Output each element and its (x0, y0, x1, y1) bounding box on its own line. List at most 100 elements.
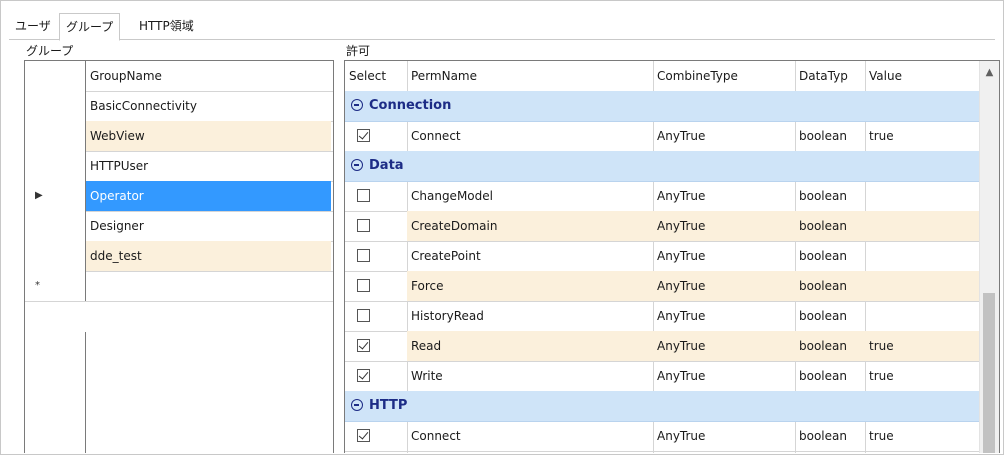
collapse-icon[interactable] (351, 99, 363, 111)
new-group-name-cell[interactable] (86, 271, 331, 301)
row-indicator[interactable] (25, 91, 86, 121)
group-header-http[interactable]: HTTP (345, 391, 979, 422)
data-type-cell[interactable]: boolean (795, 181, 865, 211)
perm-name-cell[interactable]: Connect (407, 121, 653, 151)
data-type-cell[interactable]: boolean (795, 241, 865, 271)
combine-type-cell[interactable]: AnyTrue (653, 241, 795, 271)
value-cell[interactable] (865, 211, 979, 241)
row-header-blank (25, 332, 86, 453)
tab-http-realm[interactable]: HTTP領域 (133, 15, 200, 38)
permission-row[interactable]: Force AnyTrue boolean (345, 271, 979, 302)
value-cell[interactable]: true (865, 121, 979, 151)
select-checkbox[interactable] (357, 369, 370, 382)
value-cell[interactable] (865, 241, 979, 271)
data-type-cell[interactable]: boolean (795, 121, 865, 151)
row-indicator[interactable] (25, 151, 86, 181)
scrollbar-thumb[interactable] (983, 293, 995, 453)
new-group-row[interactable]: * (25, 271, 333, 302)
data-type-cell[interactable]: boolean (795, 331, 865, 361)
data-type-cell[interactable]: boolean (795, 301, 865, 331)
row-header-corner (25, 61, 86, 91)
select-checkbox[interactable] (357, 219, 370, 232)
group-row[interactable]: BasicConnectivity (25, 91, 333, 122)
select-column-header[interactable]: Select (345, 61, 407, 91)
permission-row[interactable]: Connect AnyTrue boolean true (345, 421, 979, 452)
combine-type-cell[interactable]: AnyTrue (653, 121, 795, 151)
perm-name-cell[interactable]: Connect (407, 421, 653, 451)
perm-name-cell[interactable]: CreatePoint (407, 241, 653, 271)
select-checkbox[interactable] (357, 339, 370, 352)
data-type-cell[interactable]: boolean (795, 271, 865, 301)
group-row[interactable]: dde_test (25, 241, 333, 272)
combine-type-cell[interactable]: AnyTrue (653, 211, 795, 241)
perm-name-cell[interactable]: HistoryRead (407, 301, 653, 331)
permission-row[interactable]: Read AnyTrue boolean true (345, 331, 979, 362)
group-name-cell[interactable]: WebView (86, 121, 331, 151)
value-cell[interactable]: true (865, 361, 979, 391)
groupname-column-header[interactable]: GroupName (86, 61, 331, 91)
value-cell[interactable] (865, 271, 979, 301)
tab-users[interactable]: ユーザ (9, 15, 57, 38)
collapse-icon[interactable] (351, 159, 363, 171)
value-cell[interactable] (865, 301, 979, 331)
group-row[interactable]: HTTPUser (25, 151, 333, 182)
permission-row[interactable]: CreatePoint AnyTrue boolean (345, 241, 979, 272)
group-name-cell[interactable]: BasicConnectivity (86, 91, 331, 121)
combine-type-cell[interactable]: AnyTrue (653, 421, 795, 451)
perm-name-cell[interactable]: CreateDomain (407, 211, 653, 241)
permissions-grid-header: Select PermName CombineType DataTyp Valu… (345, 61, 979, 92)
value-cell[interactable] (865, 181, 979, 211)
combine-type-cell[interactable]: AnyTrue (653, 181, 795, 211)
permission-row[interactable]: Connect AnyTrue boolean true (345, 121, 979, 152)
vertical-scrollbar[interactable]: ▲ (979, 61, 999, 453)
group-name-cell[interactable]: Operator (86, 181, 331, 211)
collapse-icon[interactable] (351, 399, 363, 411)
row-indicator[interactable] (25, 211, 86, 241)
datatype-column-header[interactable]: DataTyp (795, 61, 865, 91)
group-row-selected[interactable]: ▶ Operator (25, 181, 333, 212)
group-name-cell[interactable]: HTTPUser (86, 151, 331, 181)
data-type-cell[interactable]: boolean (795, 421, 865, 451)
current-row-arrow-icon: ▶ (35, 190, 43, 201)
select-checkbox[interactable] (357, 279, 370, 292)
value-column-header[interactable]: Value (865, 61, 979, 91)
data-type-cell[interactable]: boolean (795, 211, 865, 241)
group-grid-header: GroupName (25, 61, 333, 92)
perm-name-cell[interactable]: Force (407, 271, 653, 301)
current-row-indicator[interactable]: ▶ (25, 181, 86, 211)
permname-column-header[interactable]: PermName (407, 61, 653, 91)
combine-type-cell[interactable]: AnyTrue (653, 301, 795, 331)
value-cell[interactable]: true (865, 421, 979, 451)
permission-row[interactable]: HistoryRead AnyTrue boolean (345, 301, 979, 332)
combine-type-cell[interactable]: AnyTrue (653, 271, 795, 301)
row-indicator[interactable] (25, 121, 86, 151)
permission-row[interactable]: CreateDomain AnyTrue boolean (345, 211, 979, 242)
value-cell[interactable]: true (865, 331, 979, 361)
row-indicator[interactable] (25, 241, 86, 271)
permission-row[interactable]: ChangeModel AnyTrue boolean (345, 181, 979, 212)
combine-type-cell[interactable]: AnyTrue (653, 361, 795, 391)
combine-type-cell[interactable]: AnyTrue (653, 331, 795, 361)
chevron-up-icon[interactable]: ▲ (980, 65, 999, 81)
perm-name-cell[interactable]: ChangeModel (407, 181, 653, 211)
permission-row[interactable]: Write AnyTrue boolean true (345, 361, 979, 392)
group-row[interactable]: WebView (25, 121, 333, 152)
group-row[interactable]: Designer (25, 211, 333, 242)
group-header-connection[interactable]: Connection (345, 91, 979, 122)
select-checkbox[interactable] (357, 309, 370, 322)
group-name-cell[interactable]: dde_test (86, 241, 331, 271)
group-header-data[interactable]: Data (345, 151, 979, 182)
perm-name-cell[interactable]: Read (407, 331, 653, 361)
select-checkbox[interactable] (357, 129, 370, 142)
group-name-cell[interactable]: Designer (86, 211, 331, 241)
select-checkbox[interactable] (357, 249, 370, 262)
data-type-cell[interactable]: boolean (795, 361, 865, 391)
perm-name-cell[interactable]: Write (407, 361, 653, 391)
select-checkbox[interactable] (357, 189, 370, 202)
new-row-indicator[interactable]: * (25, 271, 86, 301)
tab-groups[interactable]: グループ (59, 13, 121, 41)
permissions-grid: Select PermName CombineType DataTyp Valu… (344, 60, 1000, 453)
select-checkbox[interactable] (357, 429, 370, 442)
group-title: Connection (369, 98, 452, 113)
combinetype-column-header[interactable]: CombineType (653, 61, 795, 91)
